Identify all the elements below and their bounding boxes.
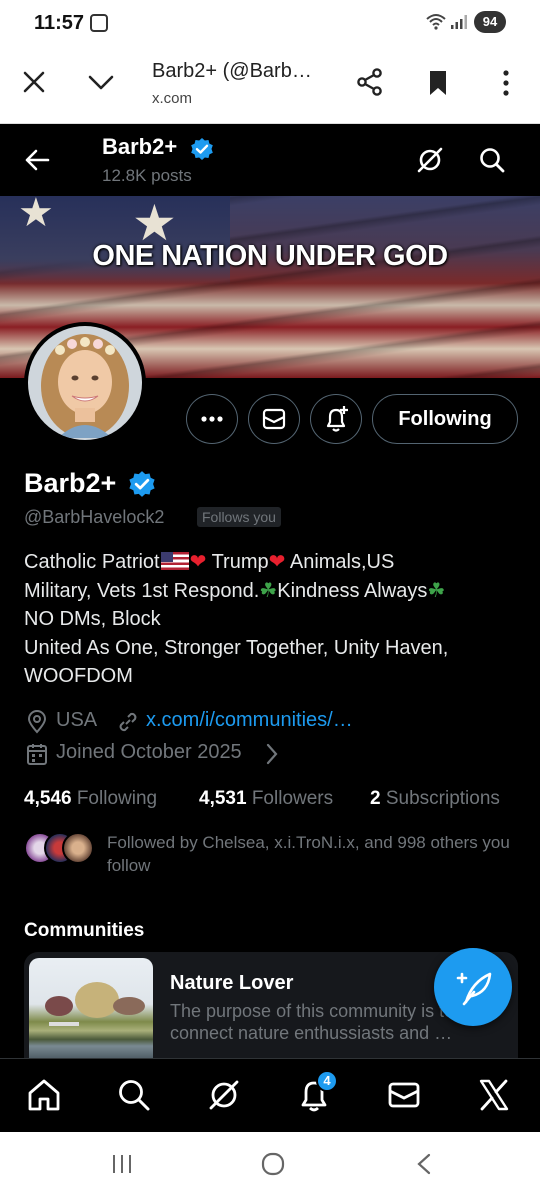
bio-text: Trump — [206, 551, 269, 573]
communities-heading: Communities — [24, 920, 145, 941]
back-arrow-icon[interactable] — [24, 148, 50, 172]
followed-by-text[interactable]: Followed by Chelsea, x.i.TroN.i.x, and 9… — [107, 831, 527, 877]
community-image — [29, 958, 153, 1058]
location-pin-icon — [27, 710, 47, 734]
status-time: 11:57 — [34, 12, 85, 34]
followed-by-avatars[interactable] — [24, 832, 94, 866]
more-options-button[interactable] — [186, 394, 238, 444]
system-navigation-bar — [0, 1132, 540, 1200]
share-icon[interactable] — [356, 68, 384, 96]
bio-text: Animals,US — [285, 551, 395, 573]
us-flag-emoji — [160, 552, 189, 570]
header-display-name: Barb2+ — [102, 134, 178, 159]
notifications-subscribe-button[interactable] — [310, 394, 362, 444]
home-icon[interactable] — [26, 1077, 62, 1113]
shamrock-emoji: ☘ — [427, 579, 446, 602]
search-icon[interactable] — [478, 146, 506, 174]
red-heart-emoji: ❤ — [189, 551, 207, 573]
followers-stat[interactable]: 4,531 Followers — [199, 788, 333, 810]
profile-location: USA — [56, 709, 98, 731]
bio-line: United As One, Stronger Together, Unity … — [24, 636, 449, 659]
verified-badge-icon — [129, 471, 155, 497]
link-icon — [119, 712, 137, 732]
more-horizontal-icon — [201, 416, 223, 422]
browser-toolbar: Barb2+ (@Barb… x.com — [0, 48, 540, 124]
status-bar: 11:57 94 — [0, 0, 540, 48]
following-stat[interactable]: 4,546 Following — [24, 788, 157, 810]
chevron-down-icon[interactable] — [88, 70, 114, 94]
header-post-count: 12.8K posts — [102, 166, 192, 185]
bio-line: NO DMs, Block — [24, 608, 161, 630]
back-icon[interactable] — [414, 1152, 434, 1176]
feather-plus-icon — [456, 972, 492, 1006]
grok-icon[interactable] — [416, 146, 444, 174]
avatar — [62, 832, 94, 864]
bookmark-icon[interactable] — [428, 70, 448, 96]
red-heart-emoji: ❤ — [268, 551, 286, 573]
community-name: Nature Lover — [170, 972, 294, 994]
notification-count-badge: 4 — [316, 1070, 338, 1092]
bio-text: Catholic Patriot — [24, 551, 160, 573]
close-icon[interactable] — [22, 70, 46, 94]
banner-caption: ONE NATION UNDER GOD — [92, 240, 448, 272]
battery-level: 94 — [474, 11, 506, 33]
avatar[interactable] — [24, 322, 146, 444]
signal-icon — [451, 15, 467, 29]
compose-post-button[interactable] — [434, 948, 512, 1026]
message-button[interactable] — [248, 394, 300, 444]
bio-line: Military, Vets 1st Respond.☘Kindness Alw… — [24, 577, 520, 606]
bottom-navigation — [0, 1058, 540, 1132]
profile-website-link[interactable]: x.com/i/communities/… — [146, 709, 353, 732]
bio-line: Catholic Patriot ❤ Trump❤ Animals,US — [24, 548, 520, 577]
recent-apps-icon[interactable] — [110, 1152, 134, 1176]
wifi-icon — [426, 14, 446, 30]
bio-text: Military, Vets 1st Respond. — [24, 579, 260, 602]
profile-display-name: Barb2+ — [24, 468, 117, 498]
browser-url: x.com — [152, 90, 193, 107]
screenshot-icon — [90, 14, 108, 32]
avatar-portrait-image — [28, 326, 142, 440]
calendar-icon — [27, 744, 47, 765]
envelope-icon — [262, 408, 286, 430]
following-button[interactable]: Following — [372, 394, 518, 444]
bio-text: Kindness Always — [277, 579, 428, 602]
profile-join-date[interactable]: Joined October 2025 — [56, 741, 242, 764]
profile-top-bar: Barb2+ 12.8K posts — [0, 124, 540, 196]
follows-you-badge: Follows you — [197, 507, 281, 527]
bell-plus-icon — [326, 406, 348, 432]
profile-bio: Catholic Patriot ❤ Trump❤ Animals,US Mili… — [24, 548, 520, 691]
home-button-icon[interactable] — [260, 1152, 286, 1176]
x-logo-icon[interactable] — [476, 1077, 512, 1113]
verified-badge-icon — [191, 138, 213, 160]
banner-star-icon: ★ — [18, 196, 54, 235]
profile-handle: @BarbHavelock2 — [24, 507, 165, 527]
grok-icon[interactable] — [206, 1077, 242, 1113]
subscriptions-stat[interactable]: 2 Subscriptions — [370, 788, 500, 810]
search-icon[interactable] — [116, 1077, 152, 1113]
chevron-right-icon[interactable] — [264, 742, 280, 766]
shamrock-emoji: ☘ — [259, 579, 278, 602]
envelope-icon[interactable] — [386, 1077, 422, 1113]
browser-page-title: Barb2+ (@Barb… — [152, 60, 312, 82]
bio-line: WOOFDOM — [24, 665, 133, 687]
more-vertical-icon[interactable] — [496, 70, 516, 96]
